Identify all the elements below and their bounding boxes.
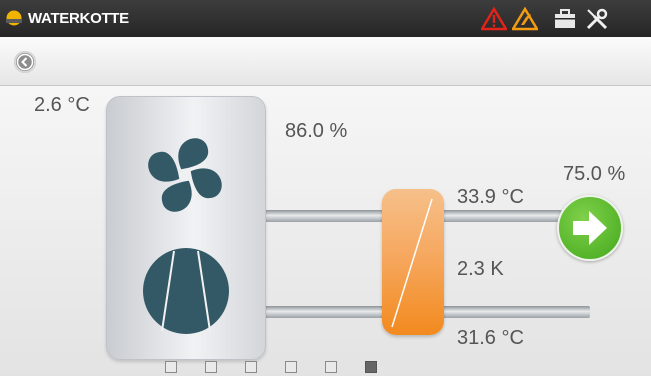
flow-pipe-right [442,210,562,222]
title-bar: WATERKOTTE [0,0,651,37]
outdoor-temperature: 2.6 °C [34,94,90,116]
return-pipe-right [442,306,590,318]
outdoor-unit [106,96,266,360]
app-title: WATERKOTTE [28,10,129,27]
heat-exchanger-divider [391,198,433,328]
page-indicator-5[interactable] [325,361,337,373]
heat-exchanger [382,189,444,335]
fan-speed: 86.0 % [285,120,348,142]
temperature-difference: 2.3 K [457,258,504,280]
flow-pipe-left [260,210,384,222]
page-indicator-2[interactable] [205,361,217,373]
pump-output: 75.0 % [563,163,626,185]
arrow-right-icon [573,211,607,245]
back-arrow-icon [16,53,34,71]
back-button[interactable] [14,51,36,73]
fan-icon [148,138,222,212]
service-warning-icon[interactable] [512,7,538,31]
logo-icon [6,10,22,26]
page-indicator-3[interactable] [245,361,257,373]
warning-icon[interactable] [481,7,507,31]
heat-pump-schematic: 2.6 °C 86.0 % 33.9 °C 2.3 K 31.6 °C 75.0… [0,86,651,376]
return-temperature: 31.6 °C [457,327,524,349]
page-indicator-4[interactable] [285,361,297,373]
toolbox-icon[interactable] [554,9,576,29]
page-indicator-1[interactable] [165,361,177,373]
tools-icon[interactable] [585,7,609,31]
return-pipe-left [260,306,384,318]
compressor-icon [143,248,229,334]
page-indicator-6[interactable] [365,361,377,373]
next-button[interactable] [557,195,623,261]
nav-bar [0,37,651,86]
flow-temperature: 33.9 °C [457,186,524,208]
